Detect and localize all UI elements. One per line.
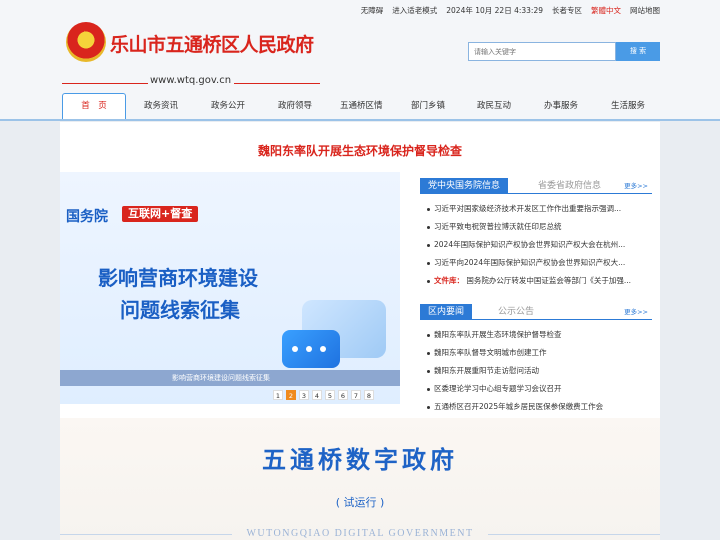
headline-link[interactable]: 魏阳东率队开展生态环境保护督导检查 [60,142,660,159]
pager-dot-active[interactable]: 2 [286,390,296,400]
traditional-chinese-link[interactable]: 繁體中文 [591,5,621,17]
list-item-text: 国务院办公厅转发中国证监会等部门《关于加强... [466,276,632,285]
main-content: 魏阳东率队开展生态环境保护督导检查 国务院 互联网+督查 影响营商环境建设 问题… [60,122,660,540]
more-link[interactable]: 更多>> [624,180,648,190]
central-news-panel: 党中央国务院信息 省委省政府信息 更多>> 习近平对国家级经济技术开发区工作作出… [420,178,652,290]
tab-district-news[interactable]: 区内要闻 [420,304,473,320]
banner-title-line1: 影响营商环境建设 [98,266,258,290]
nav-departments[interactable]: 部门乡镇 [411,99,445,111]
main-nav: 首 页 政务资讯 政务公开 政府领导 五通桥区情 部门乡镇 政民互动 办事服务 … [0,92,720,121]
list-item[interactable]: 区委理论学习中心组专题学习会议召开 [420,380,652,398]
digital-gov-english: WUTONGQIAO DIGITAL GOVERNMENT [246,528,474,539]
tab-announcements[interactable]: 公示公告 [498,304,534,320]
nav-policy-news[interactable]: 政务资讯 [144,99,178,111]
banner-slider[interactable]: 国务院 互联网+督查 影响营商环境建设 问题线索征集 影响营商环境建设问题线索征… [60,172,400,404]
list-item[interactable]: 魏阳东率队督导文明城市创建工作 [420,344,652,362]
list-item[interactable]: 习近平向2024年国际保护知识产权协会世界知识产权大... [420,254,652,272]
file-library-label: 文件库： [434,276,464,285]
district-news-panel: 区内要闻 公示公告 更多>> 魏阳东率队开展生态环境保护督导检查 魏阳东率队督导… [420,304,652,416]
nav-gov-disclosure[interactable]: 政务公开 [211,99,245,111]
list-item[interactable]: 2024年国际保护知识产权协会世界知识产权大会在杭州... [420,236,652,254]
dot-icon [292,346,298,352]
pager-dot[interactable]: 7 [351,390,361,400]
tab-central-gov[interactable]: 党中央国务院信息 [420,178,509,194]
list-item[interactable]: 习近平对国家级经济技术开发区工作作出重要指示强调... [420,200,652,218]
digital-gov-subtitle: ( 试运行 ) [335,496,385,509]
pager-dot[interactable]: 8 [364,390,374,400]
dot-icon [306,346,312,352]
pager-dot[interactable]: 6 [338,390,348,400]
tab-provincial-gov[interactable]: 省委省政府信息 [538,178,601,194]
dot-icon [320,346,326,352]
nav-life-services[interactable]: 生活服务 [611,99,645,111]
elder-mode-link[interactable]: 进入适老模式 [392,5,437,17]
divider [234,83,320,84]
sitemap-link[interactable]: 网站地图 [630,5,660,17]
list-item[interactable]: 文件库： 国务院办公厅转发中国证监会等部门《关于加强... [420,272,652,290]
banner-brand: 国务院 [66,209,108,225]
nav-gov-leaders[interactable]: 政府领导 [278,99,312,111]
pager-dot[interactable]: 3 [299,390,309,400]
list-item[interactable]: 魏阳东率队开展生态环境保护督导检查 [420,326,652,344]
banner-caption[interactable]: 影响营商环境建设问题线索征集 [60,370,400,386]
news-tabs: 区内要闻 公示公告 更多>> [420,304,652,320]
digital-gov-section[interactable]: 五通桥数字政府 ( 试运行 ) WUTONGQIAO DIGITAL GOVER… [60,418,660,540]
pager-dot[interactable]: 5 [325,390,335,400]
accessibility-link[interactable]: 无障碍 [361,5,384,17]
national-emblem-icon: ★ [66,22,106,62]
datetime: 2024年 10月 22日 4:33:29 [446,6,543,15]
divider [62,83,148,84]
pager-dot[interactable]: 4 [312,390,322,400]
list-item[interactable]: 习近平致电祝贺普拉博沃就任印尼总统 [420,218,652,236]
utility-bar: 无障碍 进入适老模式 2024年 10月 22日 4:33:29 长者专区 繁體… [361,5,660,17]
nav-home[interactable]: 首 页 [62,93,126,119]
site-domain: www.wtq.gov.cn [150,75,232,86]
digital-gov-title: 五通桥数字政府 [262,446,458,474]
banner-pager: 1 2 3 4 5 6 7 8 [273,390,374,400]
banner-title-line2: 问题线索征集 [120,298,240,322]
list-item[interactable]: 魏阳东开展重阳节走访慰问活动 [420,362,652,380]
banner-badge: 互联网+督查 [122,206,199,222]
nav-interaction[interactable]: 政民互动 [477,99,511,111]
nav-district-info[interactable]: 五通桥区情 [340,99,383,111]
list-item[interactable]: 五通桥区召开2025年城乡居民医保参保缴费工作会 [420,398,652,416]
pager-dot[interactable]: 1 [273,390,283,400]
news-tabs: 党中央国务院信息 省委省政府信息 更多>> [420,178,652,194]
elder-zone-link[interactable]: 长者专区 [552,5,582,17]
nav-services[interactable]: 办事服务 [544,99,578,111]
search-button[interactable]: 搜 索 [616,42,660,61]
site-title[interactable]: 乐山市五通桥区人民政府 [110,30,314,57]
search-input[interactable] [468,42,616,61]
more-link[interactable]: 更多>> [624,306,648,316]
